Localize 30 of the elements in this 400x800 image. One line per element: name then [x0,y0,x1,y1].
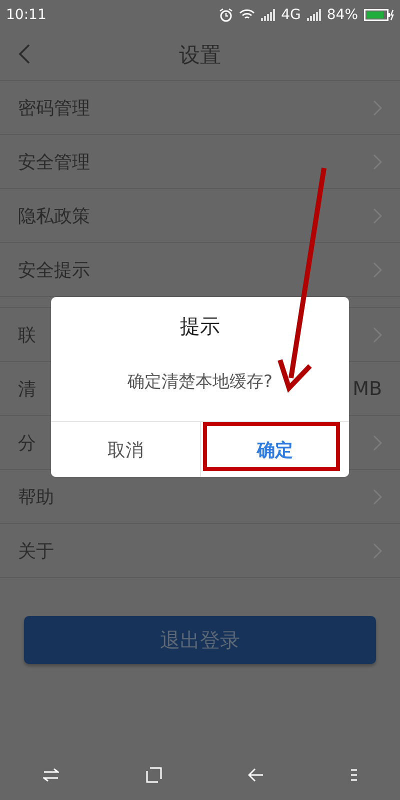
dialog-message: 确定清楚本地缓存? [126,371,274,393]
settings-row[interactable]: 关于 [0,524,400,578]
signal-icon [261,9,276,21]
battery-icon [364,9,394,21]
settings-label: 联 [18,324,36,346]
status-time: 10:11 [6,7,46,23]
home-icon[interactable] [146,767,162,783]
logout-button[interactable]: 退出登录 [24,616,376,664]
back-icon[interactable] [18,44,30,64]
settings-label: 隐私政策 [18,204,90,228]
settings-row[interactable]: 隐私政策 [0,189,400,243]
settings-label: 安全提示 [18,258,90,282]
dialog-title: 提示 [179,313,221,340]
settings-label: 关于 [18,540,54,562]
settings-label: 帮助 [18,486,54,508]
settings-label: 安全管理 [18,150,90,174]
network-label: 4G [281,7,301,23]
settings-row[interactable]: 安全管理 [0,135,400,189]
switch-icon[interactable] [43,768,60,782]
alarm-icon [219,8,234,22]
wifi-icon [239,9,256,21]
cache-size: MB [352,378,382,400]
battery-percent: 84% [326,7,358,23]
settings-label: 密码管理 [18,96,90,120]
settings-label: 分 [18,432,36,454]
page-title: 设置 [179,42,221,69]
settings-label: 清 [18,378,36,400]
settings-row[interactable]: 密码管理 [0,81,400,135]
menu-icon[interactable] [350,768,357,782]
signal-icon [306,9,321,21]
